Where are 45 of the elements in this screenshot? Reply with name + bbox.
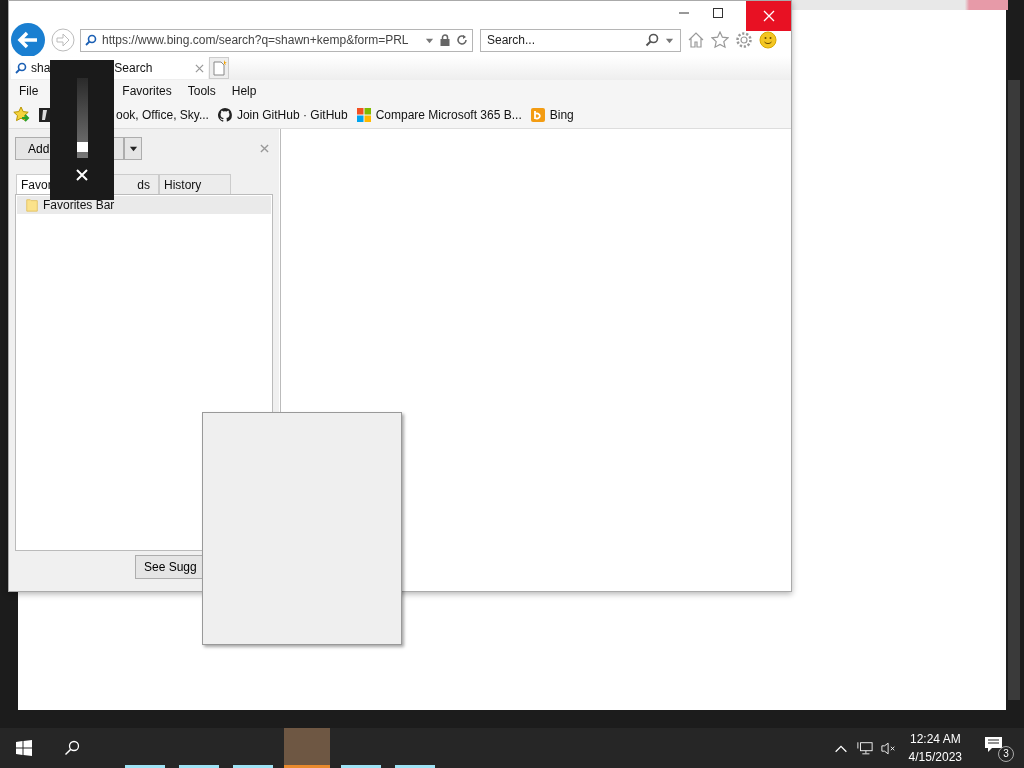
tab-title: Search — [114, 61, 153, 75]
bing-icon — [530, 108, 545, 122]
favorite-link[interactable]: ook, Office, Sky... — [116, 108, 209, 122]
menu-item[interactable]: Tools — [187, 84, 216, 98]
folder-icon — [25, 198, 39, 212]
notifications-button[interactable]: 3 — [984, 734, 1014, 762]
settings-icon[interactable] — [735, 31, 753, 49]
search-box[interactable]: Search... — [480, 28, 681, 52]
menu-item[interactable]: Favorites — [122, 84, 172, 98]
windows-logo-icon — [356, 108, 371, 122]
refresh-icon[interactable] — [456, 34, 468, 46]
favorite-link[interactable]: Join GitHub · GitHub — [236, 108, 348, 122]
network-icon[interactable] — [856, 740, 873, 756]
search-icon — [15, 62, 27, 74]
maximize-icon[interactable] — [712, 7, 724, 19]
tree-item[interactable]: Favorites Bar — [17, 196, 271, 214]
add-favorite-icon[interactable] — [13, 106, 31, 124]
search-icon[interactable] — [645, 33, 659, 47]
pane-tab[interactable]: History — [159, 174, 231, 194]
folder-label: Favorites Bar — [43, 198, 115, 212]
back-button[interactable] — [11, 23, 45, 57]
menu-item[interactable]: Help — [231, 84, 257, 98]
volume-slider[interactable] — [76, 78, 88, 158]
close-icon — [762, 10, 775, 22]
slider-thumb[interactable] — [76, 142, 88, 153]
favorite-link[interactable]: Bing — [549, 108, 574, 122]
star-icon[interactable] — [711, 31, 729, 49]
search-icon[interactable] — [64, 740, 80, 756]
search-icon — [85, 34, 97, 46]
lock-icon — [439, 34, 451, 46]
url-text: https://www.bing.com/search?q=shawn+kemp&form=PRL — [102, 33, 410, 47]
clock-date[interactable]: 4/15/2023 — [908, 748, 962, 766]
windows-start-icon[interactable] — [16, 740, 32, 756]
github-icon — [217, 108, 232, 122]
home-icon[interactable] — [687, 31, 705, 49]
tab-title: sha — [31, 61, 51, 75]
clock-time[interactable]: 12:24 AM — [909, 730, 961, 748]
muted-speaker-icon[interactable] — [880, 740, 897, 756]
menu-item[interactable]: File — [19, 84, 39, 98]
message-icon — [984, 736, 1004, 754]
dropdown-button[interactable] — [124, 137, 142, 160]
address-bar[interactable]: https://www.bing.com/search?q=shawn+kemp&form=PRL — [80, 28, 473, 52]
caret-icon — [128, 144, 138, 153]
smiley-icon[interactable] — [759, 31, 777, 49]
favorite-link[interactable]: Compare Microsoft 365 B... — [375, 108, 522, 122]
